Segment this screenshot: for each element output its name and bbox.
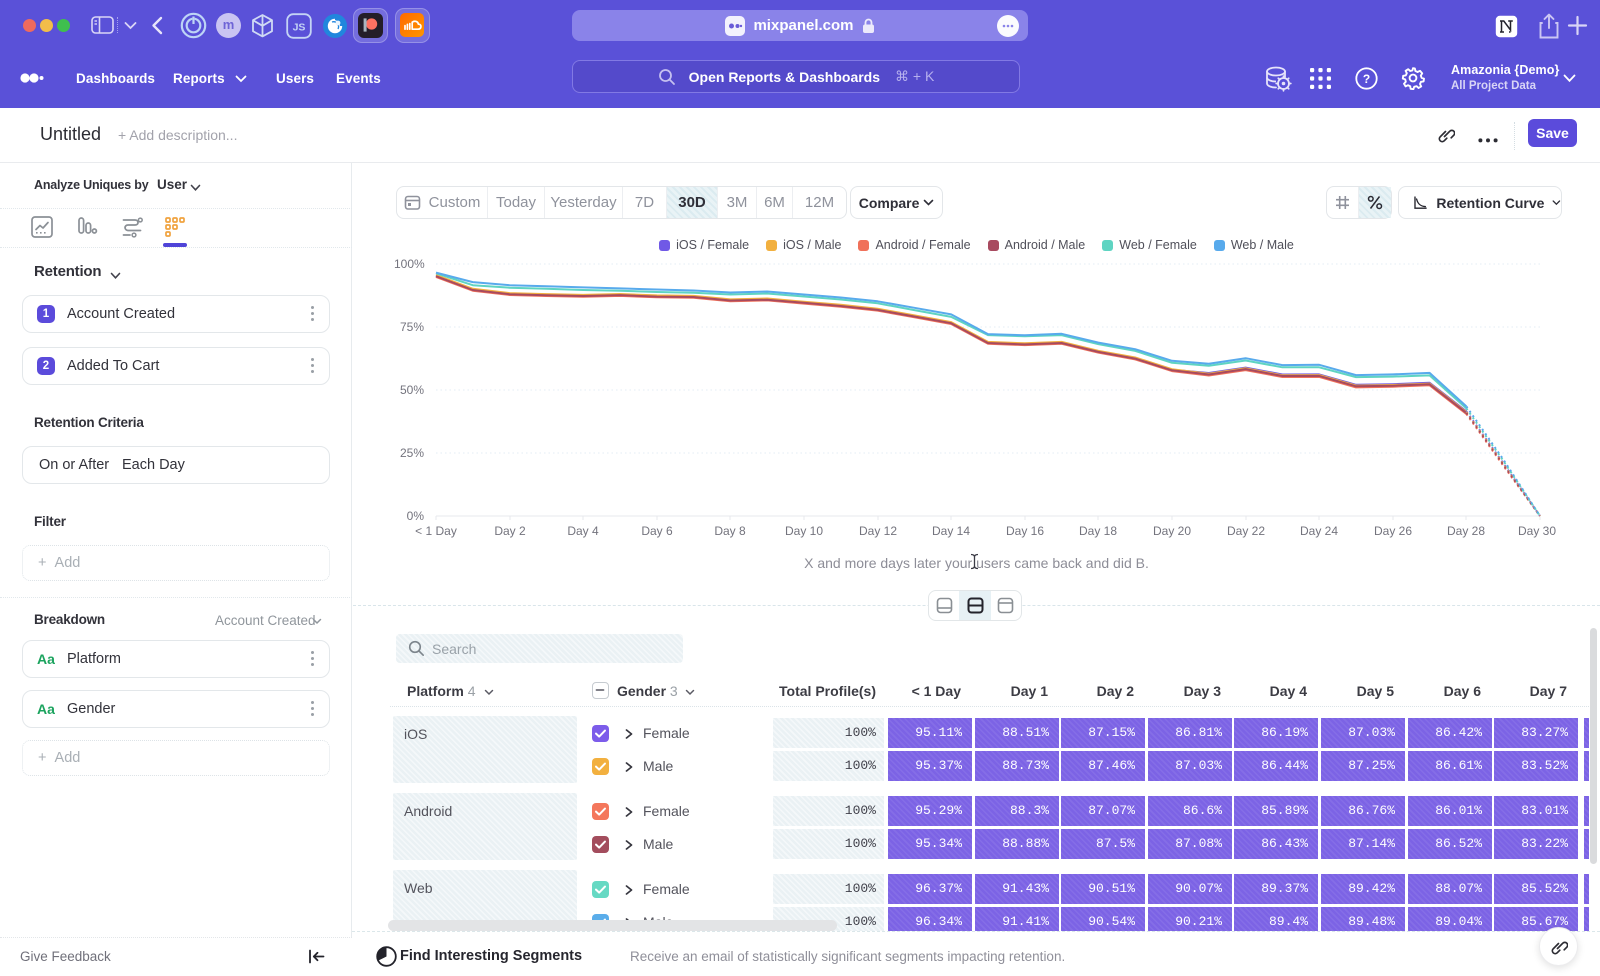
svg-text:?: ? xyxy=(1363,72,1370,86)
svg-text:JS: JS xyxy=(293,22,306,34)
